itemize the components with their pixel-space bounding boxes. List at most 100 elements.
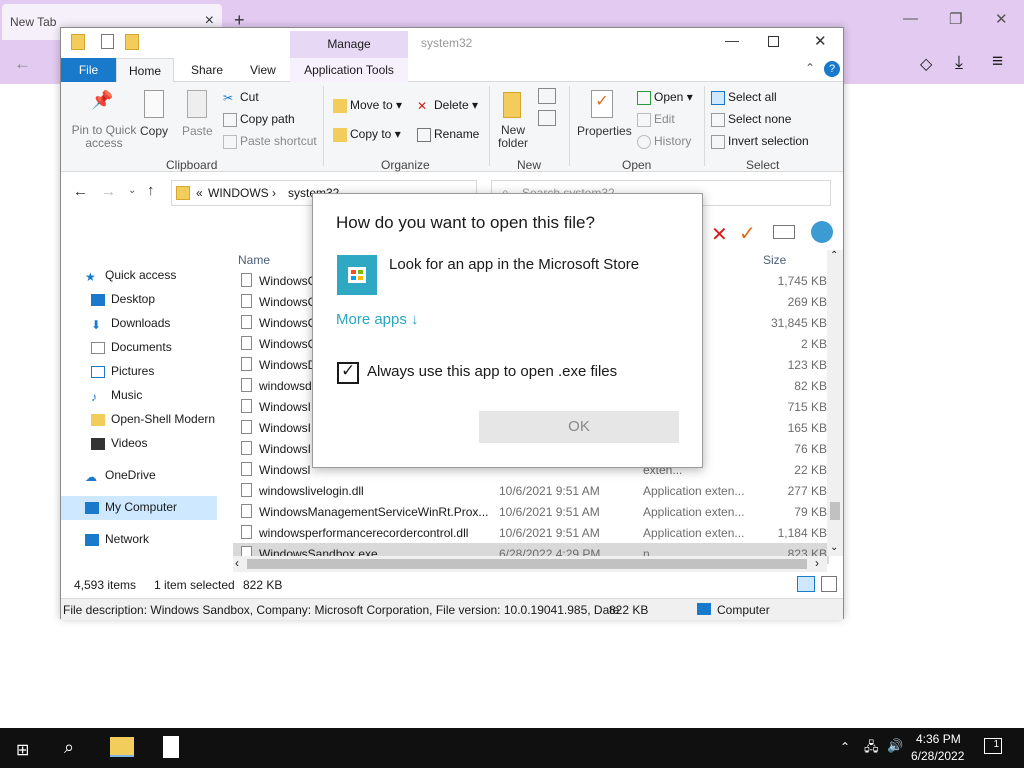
browser-maximize-button[interactable]: ❐ bbox=[949, 10, 962, 28]
action-center-icon[interactable]: 1 bbox=[984, 738, 1002, 754]
notepad-taskbar-icon[interactable] bbox=[163, 736, 179, 758]
new-folder-quick-icon[interactable] bbox=[125, 34, 139, 50]
checkmark-toolbar-icon[interactable]: ✓ bbox=[739, 221, 756, 246]
tab-home[interactable]: Home bbox=[116, 58, 174, 82]
cut-button[interactable]: ✂ Cut bbox=[223, 90, 259, 105]
paste-shortcut-button[interactable]: Paste shortcut bbox=[223, 134, 317, 149]
nav-music[interactable]: ♪ Music bbox=[91, 388, 142, 404]
hscroll-thumb[interactable] bbox=[247, 559, 807, 569]
file-row[interactable]: windowsperformancerecordercontrol.dll 10/… bbox=[233, 522, 829, 543]
new-group-label: New bbox=[517, 158, 542, 172]
nav-videos[interactable]: Videos bbox=[91, 436, 147, 450]
address-overflow[interactable]: « bbox=[196, 186, 203, 200]
file-explorer-taskbar-icon[interactable] bbox=[110, 737, 134, 757]
explorer-close-button[interactable]: ✕ bbox=[814, 32, 827, 50]
vertical-scrollbar[interactable]: ⌃ ⌄ bbox=[827, 250, 843, 556]
up-arrow-icon[interactable]: ↑ bbox=[147, 182, 155, 199]
column-name[interactable]: Name bbox=[238, 253, 270, 267]
pin-quick-access-button[interactable]: Pin to Quick access bbox=[67, 124, 141, 150]
tab-file[interactable]: File bbox=[61, 58, 116, 82]
help-icon[interactable]: ? bbox=[824, 61, 840, 77]
globe-toolbar-icon[interactable] bbox=[811, 221, 833, 243]
edit-label: Edit bbox=[654, 112, 675, 126]
forward-arrow-icon[interactable]: → bbox=[101, 183, 116, 200]
nav-open-shell[interactable]: Open-Shell Modern bbox=[91, 412, 215, 426]
nav-desktop[interactable]: Desktop bbox=[91, 292, 155, 306]
file-row[interactable]: windowslivelogin.dll 10/6/2021 9:51 AM App… bbox=[233, 480, 829, 501]
search-taskbar-icon[interactable]: ⌕ bbox=[64, 737, 74, 758]
microsoft-store-icon[interactable] bbox=[337, 255, 377, 295]
browser-minimize-button[interactable]: — bbox=[903, 10, 918, 27]
breadcrumb-windows[interactable]: WINDOWS bbox=[208, 186, 269, 200]
column-size[interactable]: Size bbox=[763, 253, 786, 267]
nav-pictures[interactable]: Pictures bbox=[91, 364, 154, 378]
copy-button[interactable]: Copy bbox=[140, 124, 168, 138]
nav-quick-access[interactable]: ★ Quick access bbox=[85, 268, 176, 284]
select-none-button[interactable]: Select none bbox=[711, 112, 791, 127]
menu-icon[interactable]: ≡ bbox=[992, 51, 1003, 73]
properties-quick-icon[interactable] bbox=[101, 34, 114, 49]
scroll-down-icon[interactable]: ⌄ bbox=[830, 542, 838, 553]
ribbon-separator bbox=[323, 86, 324, 166]
open-button[interactable]: Open ▾ bbox=[637, 90, 693, 105]
browser-close-button[interactable]: ✕ bbox=[995, 10, 1008, 28]
history-button[interactable]: History bbox=[637, 134, 691, 149]
move-to-button[interactable]: Move to ▾ bbox=[333, 98, 402, 113]
start-windows-icon[interactable]: ⊞ bbox=[16, 740, 29, 760]
manage-tab-label[interactable]: Manage bbox=[290, 31, 408, 58]
network-tray-icon[interactable]: 🖧 bbox=[864, 738, 879, 760]
ok-button[interactable]: OK bbox=[479, 411, 679, 443]
nav-network[interactable]: Network bbox=[85, 532, 149, 546]
details-view-icon[interactable] bbox=[797, 576, 815, 592]
always-use-checkbox[interactable]: ✓ bbox=[337, 361, 359, 384]
pocket-icon[interactable]: ◇ bbox=[920, 54, 932, 74]
ribbon-collapse-icon[interactable]: ⌃ bbox=[805, 61, 815, 75]
nav-onedrive[interactable]: ☁ OneDrive bbox=[85, 468, 156, 484]
new-folder-button[interactable]: New folder bbox=[498, 124, 528, 150]
file-row[interactable]: WindowsManagementServiceWinRt.Prox... 10/… bbox=[233, 501, 829, 522]
select-all-label: Select all bbox=[728, 90, 777, 104]
back-icon[interactable]: ← bbox=[14, 54, 31, 74]
tab-share[interactable]: Share bbox=[181, 58, 233, 82]
rename-button[interactable]: Rename bbox=[417, 127, 479, 142]
easy-access-icon[interactable] bbox=[538, 110, 556, 126]
explorer-maximize-button[interactable] bbox=[768, 36, 779, 47]
always-use-label[interactable]: Always use this app to open .exe files bbox=[367, 363, 617, 380]
select-all-button[interactable]: Select all bbox=[711, 90, 777, 105]
clock-time[interactable]: 4:36 PM bbox=[916, 732, 961, 746]
nav-documents[interactable]: Documents bbox=[91, 340, 172, 354]
scroll-thumb[interactable] bbox=[830, 502, 840, 520]
paste-button[interactable]: Paste bbox=[182, 124, 213, 138]
scroll-up-icon[interactable]: ⌃ bbox=[830, 250, 838, 261]
new-item-icon[interactable] bbox=[538, 88, 556, 104]
more-apps-link[interactable]: More apps ↓ bbox=[336, 311, 419, 328]
horizontal-scrollbar[interactable]: ‹ › bbox=[233, 556, 827, 572]
delete-button[interactable]: ✕ Delete ▾ bbox=[417, 98, 478, 113]
downloads-icon[interactable]: ⤓ bbox=[955, 52, 963, 73]
delete-toolbar-icon[interactable]: ✕ bbox=[711, 222, 728, 247]
invert-selection-button[interactable]: Invert selection bbox=[711, 134, 809, 149]
chevron-up-icon[interactable]: ⌃ bbox=[840, 740, 850, 754]
clock-date[interactable]: 6/28/2022 bbox=[911, 749, 964, 763]
properties-button[interactable]: Properties bbox=[577, 124, 632, 138]
copy-path-button[interactable]: Copy path bbox=[223, 112, 295, 127]
back-arrow-icon[interactable]: ← bbox=[73, 183, 88, 200]
nav-downloads[interactable]: ⬇ Downloads bbox=[91, 316, 170, 332]
copy-to-button[interactable]: Copy to ▾ bbox=[333, 127, 401, 142]
email-toolbar-icon[interactable] bbox=[773, 225, 795, 239]
microsoft-store-option[interactable]: Look for an app in the Microsoft Store bbox=[389, 256, 639, 273]
edit-button[interactable]: Edit bbox=[637, 112, 675, 127]
documents-icon bbox=[91, 341, 105, 354]
explorer-minimize-button[interactable]: — bbox=[725, 32, 739, 48]
copy-icon bbox=[144, 90, 164, 118]
file-icon bbox=[241, 420, 252, 434]
large-icons-view-icon[interactable] bbox=[821, 576, 837, 592]
tab-application-tools[interactable]: Application Tools bbox=[290, 58, 408, 82]
nav-my-computer[interactable]: My Computer bbox=[61, 496, 217, 520]
tab-view[interactable]: View bbox=[240, 58, 286, 82]
volume-icon[interactable]: 🔊 bbox=[887, 738, 903, 754]
scroll-left-icon[interactable]: ‹ bbox=[235, 556, 239, 570]
recent-locations-icon[interactable]: ⌄ bbox=[128, 185, 136, 196]
scroll-right-icon[interactable]: › bbox=[815, 556, 819, 570]
breadcrumb-separator[interactable]: › bbox=[272, 186, 276, 200]
